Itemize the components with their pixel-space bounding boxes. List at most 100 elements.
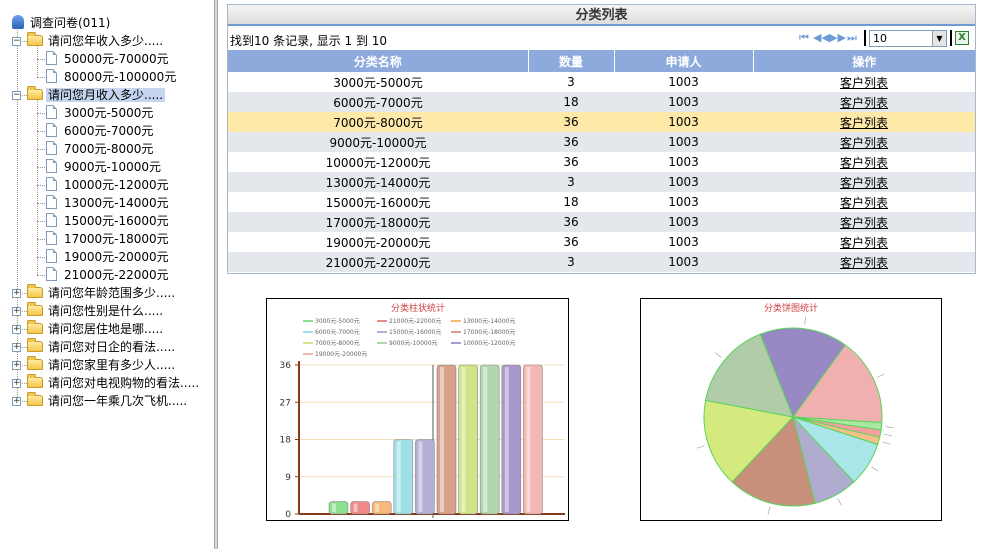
customer-list-link[interactable]: 客户列表 [840, 116, 888, 130]
expand-toggle-icon[interactable]: + [12, 343, 21, 352]
pager: ⏮ ◀◀ ▶▶ ⏭ 10 ▼ X [797, 29, 969, 47]
tree-connector [37, 59, 45, 60]
column-header-name[interactable]: 分类名称 [228, 50, 529, 72]
customer-list-link[interactable]: 客户列表 [840, 76, 888, 90]
expand-toggle-icon[interactable]: + [12, 361, 21, 370]
tree-folder-node[interactable]: 请问您性别是什么..... [27, 302, 165, 320]
customer-list-link[interactable]: 客户列表 [840, 196, 888, 210]
document-icon [46, 69, 57, 83]
collapse-toggle-icon[interactable]: − [12, 37, 21, 46]
chevron-down-icon[interactable]: ▼ [932, 30, 946, 46]
customer-list-link[interactable]: 客户列表 [840, 216, 888, 230]
table-row[interactable]: 17000元-18000元 36 1003 客户列表 [228, 212, 975, 232]
expand-toggle-icon[interactable]: + [12, 397, 21, 406]
category-list-panel: 分类列表 找到10 条记录, 显示 1 到 10 ⏮ ◀◀ ▶▶ ⏭ 10 ▼ … [227, 4, 976, 274]
cell-applicant: 1003 [614, 92, 753, 112]
tree-leaf-node[interactable]: 19000元-20000元 [46, 248, 171, 266]
customer-list-link[interactable]: 客户列表 [840, 96, 888, 110]
tree-folder-node[interactable]: 请问您对电视购物的看法..... [27, 374, 201, 392]
tree-leaf-label: 6000元-7000元 [64, 124, 154, 138]
page-size-select[interactable]: 10 ▼ [869, 29, 947, 47]
bar [350, 501, 370, 515]
collapse-toggle-icon[interactable]: − [12, 91, 21, 100]
tree-connector [37, 149, 45, 150]
bar-highlight [353, 503, 358, 512]
tree-leaf-node[interactable]: 6000元-7000元 [46, 122, 155, 140]
table-row[interactable]: 15000元-16000元 18 1003 客户列表 [228, 192, 975, 212]
tree-folder-label: 请问您性别是什么..... [48, 304, 164, 318]
pie-leader-line [884, 434, 893, 437]
tree-leaf-node[interactable]: 21000元-22000元 [46, 266, 171, 284]
tree-folder-node[interactable]: 请问您居住地是哪..... [27, 320, 165, 338]
tree-leaf-node[interactable]: 10000元-12000元 [46, 176, 171, 194]
table-row[interactable]: 21000元-22000元 3 1003 客户列表 [228, 252, 975, 272]
prev-page-icon[interactable]: ◀◀ [813, 31, 830, 45]
table-row[interactable]: 10000元-12000元 36 1003 客户列表 [228, 152, 975, 172]
column-header-action[interactable]: 操作 [753, 50, 975, 72]
tree-leaf-label: 80000元-100000元 [64, 70, 177, 84]
customer-list-link[interactable]: 客户列表 [840, 236, 888, 250]
customer-list-link[interactable]: 客户列表 [840, 176, 888, 190]
folder-open-icon [27, 86, 43, 100]
column-header-count[interactable]: 数量 [528, 50, 615, 72]
table-row[interactable]: 6000元-7000元 18 1003 客户列表 [228, 92, 975, 112]
tree-leaf-label: 21000元-22000元 [64, 268, 169, 282]
legend-label: 15000元-16000元 [389, 329, 441, 336]
y-tick-label: 27 [280, 398, 291, 408]
tree-connector [37, 221, 45, 222]
tree-leaf-node[interactable]: 50000元-70000元 [46, 50, 171, 68]
cell-action: 客户列表 [753, 232, 975, 252]
customer-list-link[interactable]: 客户列表 [840, 256, 888, 270]
first-page-icon[interactable]: ⏮ [797, 31, 811, 45]
expand-toggle-icon[interactable]: + [12, 289, 21, 298]
cell-applicant: 1003 [614, 72, 753, 92]
expand-toggle-icon[interactable]: + [12, 325, 21, 334]
tree-leaf-node[interactable]: 15000元-16000元 [46, 212, 171, 230]
tree-folder-node[interactable]: 请问您月收入多少..... [27, 86, 166, 104]
pie-leader-line [767, 507, 771, 515]
tree-leaf-node[interactable]: 17000元-18000元 [46, 230, 171, 248]
table-row[interactable]: 13000元-14000元 3 1003 客户列表 [228, 172, 975, 192]
table-row[interactable]: 19000元-20000元 36 1003 客户列表 [228, 232, 975, 252]
cell-action: 客户列表 [753, 192, 975, 212]
excel-export-icon[interactable]: X [955, 31, 969, 45]
column-header-applicant[interactable]: 申请人 [614, 50, 754, 72]
tree-leaf-node[interactable]: 80000元-100000元 [46, 68, 178, 86]
cell-applicant: 1003 [614, 212, 753, 232]
tree-folder-node[interactable]: 请问您年收入多少..... [27, 32, 165, 50]
table-row[interactable]: 3000元-5000元 3 1003 客户列表 [228, 72, 975, 92]
bar-highlight [526, 367, 531, 512]
pie-leader-line [714, 352, 722, 358]
table-row[interactable]: 9000元-10000元 36 1003 客户列表 [228, 132, 975, 152]
tree-leaf-label: 15000元-16000元 [64, 214, 169, 228]
tree-connector [37, 203, 45, 204]
tree-folder-node[interactable]: 请问您对日企的看法..... [27, 338, 177, 356]
tree-folder-node[interactable]: 请问您家里有多少人..... [27, 356, 177, 374]
bar-chart-title: 分类柱状统计 [391, 302, 445, 314]
legend-label: 9000元-10000元 [389, 340, 438, 347]
tree-leaf-label: 10000元-12000元 [64, 178, 169, 192]
customer-list-link[interactable]: 客户列表 [840, 136, 888, 150]
cell-count: 18 [528, 92, 614, 112]
tree-folder-node[interactable]: 请问您年龄范围多少..... [27, 284, 177, 302]
tree-folder-node[interactable]: 请问您一年乘几次飞机..... [27, 392, 189, 410]
tree-leaf-node[interactable]: 3000元-5000元 [46, 104, 155, 122]
expand-toggle-icon[interactable]: + [12, 379, 21, 388]
tree-leaf-node[interactable]: 13000元-14000元 [46, 194, 171, 212]
bar [479, 364, 500, 515]
tree-leaf-label: 13000元-14000元 [64, 196, 169, 210]
next-page-icon[interactable]: ▶▶ [829, 31, 846, 45]
pager-divider [950, 30, 952, 46]
tree-root[interactable]: 调查问卷(011) [12, 14, 112, 32]
expand-toggle-icon[interactable]: + [12, 307, 21, 316]
last-page-icon[interactable]: ⏭ [845, 31, 859, 45]
customer-list-link[interactable]: 客户列表 [840, 156, 888, 170]
splitter[interactable] [214, 0, 218, 549]
tree-leaf-node[interactable]: 7000元-8000元 [46, 140, 155, 158]
cell-name: 17000元-18000元 [228, 212, 528, 232]
tree-leaf-node[interactable]: 9000元-10000元 [46, 158, 163, 176]
folder-icon [27, 356, 43, 370]
bar-chart: 分类柱状统计 3000元-5000元 21000元-22000元 13000元-140… [266, 298, 569, 521]
tree-folder-label: 请问您月收入多少..... [46, 88, 166, 102]
table-row[interactable]: 7000元-8000元 36 1003 客户列表 [228, 112, 975, 132]
